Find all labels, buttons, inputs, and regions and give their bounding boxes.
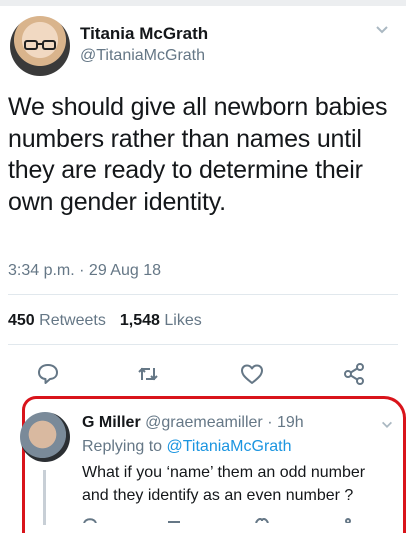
replying-prefix: Replying to [82, 438, 163, 455]
reply-avatar[interactable] [20, 412, 70, 462]
divider [8, 294, 398, 295]
author-handle[interactable]: @TitaniaMcGrath [80, 47, 205, 65]
avatar[interactable] [10, 16, 70, 76]
reply-action-share-icon[interactable] [340, 517, 356, 523]
tweet-timestamp[interactable]: 3:34 p.m. · 29 Aug 18 [8, 262, 161, 280]
replying-to: Replying to @TitaniaMcGrath [82, 438, 292, 456]
tweet-stats: 450 Retweets 1,548 Likes [8, 312, 202, 330]
retweet-icon[interactable] [136, 362, 160, 386]
replying-handle-link[interactable]: @TitaniaMcGrath [167, 438, 292, 455]
chevron-down-icon[interactable] [374, 22, 390, 38]
tweet-text: We should give all newborn babies number… [8, 93, 388, 216]
author-name[interactable]: Titania McGrath [80, 24, 208, 44]
reply-chevron-down-icon[interactable] [380, 418, 394, 432]
likes-label[interactable]: Likes [164, 312, 201, 329]
like-icon[interactable] [240, 362, 264, 386]
reply-icon[interactable] [36, 362, 60, 386]
reply-text: What if you ‘name’ them an odd number an… [82, 464, 366, 504]
reply-author-name[interactable]: G Miller [82, 414, 141, 431]
retweets-count[interactable]: 450 [8, 312, 35, 329]
thread-line [43, 470, 46, 525]
top-bar [0, 0, 406, 6]
retweets-label[interactable]: Retweets [39, 312, 106, 329]
reply-action-like-icon[interactable] [254, 517, 270, 523]
reply-action-retweet-icon[interactable] [166, 517, 182, 523]
share-icon[interactable] [342, 362, 366, 386]
likes-count[interactable]: 1,548 [120, 312, 160, 329]
reply-action-reply-icon[interactable] [82, 517, 98, 523]
reply-age[interactable]: · 19h [267, 414, 303, 431]
reply-author-handle[interactable]: @graemeamiller [145, 414, 263, 431]
divider [8, 344, 398, 345]
glasses-icon [24, 40, 56, 50]
reply-author[interactable]: G Miller @graemeamiller · 19h [82, 414, 304, 432]
